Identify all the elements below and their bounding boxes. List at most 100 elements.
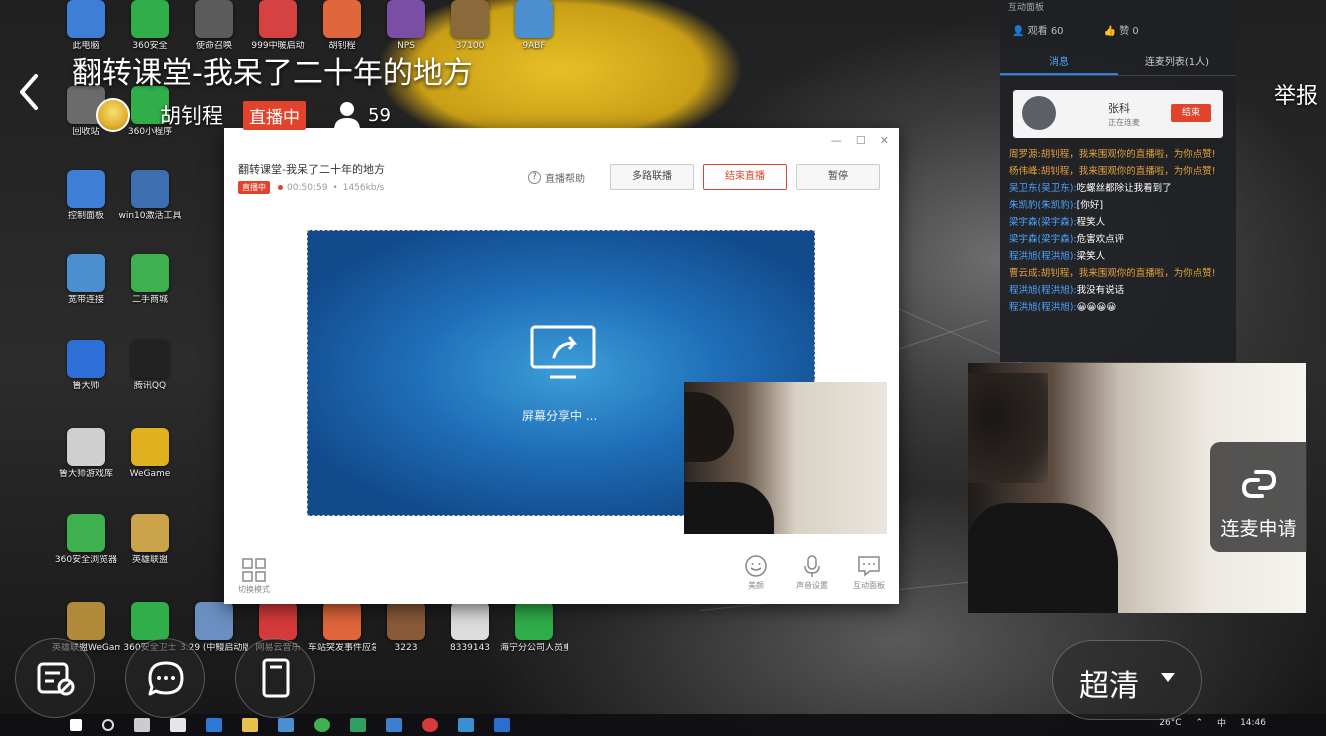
desktop-icon[interactable]: 360安全浏览器 — [52, 514, 120, 566]
desktop-icon-label: 360安全浏览器 — [54, 555, 118, 565]
desktop-icon[interactable]: 鲁大师游戏库 — [52, 428, 120, 480]
live-client-icon[interactable] — [458, 718, 474, 732]
desktop-icon[interactable]: 8339143 — [436, 602, 504, 654]
media-icon[interactable] — [350, 718, 366, 732]
chat-user[interactable]: 梁宇森(梁宇森): — [1009, 234, 1077, 245]
desktop-icon[interactable]: 9ABF — [500, 0, 568, 52]
beauty-button[interactable]: 美颜 — [734, 554, 778, 591]
end-mic-button[interactable]: 结束 — [1171, 104, 1211, 122]
ime-indicator[interactable]: 中 — [1217, 716, 1226, 729]
desktop-icon[interactable]: 车站突发事件应急处置 — [308, 602, 376, 654]
app-icon — [323, 602, 361, 640]
desktop-icon[interactable]: 二手商城 — [116, 254, 184, 306]
desktop-icon[interactable]: 胡钊程 — [308, 0, 376, 52]
camera-person-body — [684, 482, 774, 534]
explorer-icon[interactable] — [242, 718, 258, 732]
help-label: 直播帮助 — [545, 174, 585, 185]
panel-tabs: 消息 连麦列表(1人) — [1000, 50, 1236, 76]
quality-label: 超清 — [1079, 669, 1139, 704]
desktop-icon-label: win10激活工具 — [118, 211, 182, 221]
tab-mic-list[interactable]: 连麦列表(1人) — [1118, 50, 1236, 75]
chat-message: 吴卫东(吴卫东):吃螺丝都除让我看到了 — [1009, 180, 1227, 197]
chat-bubble-icon — [858, 556, 880, 577]
chat-user[interactable]: 曹云成: — [1009, 268, 1041, 279]
desktop-icon[interactable]: win10激活工具 — [116, 170, 184, 222]
app-icon — [131, 254, 169, 292]
interaction-panel-button[interactable]: 互动面板 — [847, 554, 891, 591]
viewer-icon — [334, 102, 360, 130]
stream-title: 翻转课堂-我呆了二十年的地方 — [72, 56, 473, 91]
card-button[interactable] — [235, 638, 315, 718]
chat-user[interactable]: 程洪旭(程洪旭): — [1009, 285, 1077, 296]
search-icon[interactable] — [102, 719, 114, 731]
chat-user[interactable]: 程洪旭(程洪旭): — [1009, 251, 1077, 262]
comment-button[interactable] — [125, 638, 205, 718]
desktop-icon[interactable]: 宽带连接 — [52, 254, 120, 306]
audio-settings-button[interactable]: 声音设置 — [790, 554, 834, 591]
edge-icon[interactable] — [206, 718, 222, 732]
report-button[interactable]: 举报 — [1274, 78, 1318, 110]
task-view-icon[interactable] — [134, 718, 150, 732]
audio-settings-label: 声音设置 — [796, 581, 828, 590]
desktop-icon[interactable]: 控制面板 — [52, 170, 120, 222]
start-icon[interactable] — [70, 719, 82, 731]
desktop-icon-label: 8339143 — [449, 643, 491, 653]
live-app-icon[interactable] — [386, 718, 402, 732]
multi-mic-button[interactable]: 多路联播 — [610, 164, 694, 190]
network-icon[interactable]: ⌃ — [1196, 718, 1204, 728]
chat-user[interactable]: 梁宇森(梁宇森): — [1009, 217, 1077, 228]
panel-likes: 👍 赞 0 — [1103, 26, 1139, 37]
desktop-icon-label: 海宁分公司人员重点区... — [500, 643, 568, 653]
host-info: 胡钊程 直播中 59 — [96, 98, 391, 132]
desktop-icon[interactable]: 3223 — [372, 602, 440, 654]
desktop-icon[interactable]: 使命召唤 — [180, 0, 248, 52]
app-icon[interactable] — [170, 718, 186, 732]
screen-share-icon — [530, 325, 596, 379]
chat-user[interactable]: 吴卫东(吴卫东): — [1009, 183, 1077, 194]
desktop-icon-label: 车站突发事件应急处置 — [308, 643, 376, 653]
desktop-icon[interactable]: 鲁大师 — [52, 340, 120, 392]
tab-messages[interactable]: 消息 — [1000, 50, 1118, 75]
minimize-icon[interactable]: — — [831, 134, 842, 147]
pause-button[interactable]: 暂停 — [796, 164, 880, 190]
desktop-icon[interactable]: 37100 — [436, 0, 504, 52]
chat-user[interactable]: 杨伟峰: — [1009, 166, 1041, 177]
desktop-icon[interactable]: 999中暖启动 — [244, 0, 312, 52]
end-live-button[interactable]: 结束直播 — [703, 164, 787, 190]
maximize-icon[interactable]: ☐ — [856, 134, 866, 147]
desktop-icon[interactable]: NPS — [372, 0, 440, 52]
desktop-icon[interactable]: 海宁分公司人员重点区... — [500, 602, 568, 654]
danmaku-toggle-button[interactable] — [15, 638, 95, 718]
layout-mode-button[interactable]: 切换模式 — [236, 558, 272, 595]
desktop-icon-label: 999中暖启动 — [251, 41, 305, 51]
interaction-panel: 互动面板 👤 观看 60 👍 赞 0 消息 连麦列表(1人) 张科 正在连麦 结… — [1000, 0, 1236, 362]
mic-user-name: 张科 — [1108, 102, 1130, 115]
help-link[interactable]: ? 直播帮助 — [528, 170, 585, 185]
desktop-icon[interactable]: 腾讯QQ — [116, 340, 184, 392]
user-icon: 👤 — [1012, 26, 1025, 37]
desktop-icon[interactable]: 此电脑 — [52, 0, 120, 52]
quality-selector[interactable]: 超清 — [1052, 640, 1202, 720]
status-badge: 直播中 — [243, 100, 306, 130]
connect-mic-request-button[interactable]: 连麦申请 — [1210, 442, 1307, 552]
store-icon[interactable] — [278, 718, 294, 732]
app-icon — [67, 428, 105, 466]
help-icon: ? — [528, 171, 541, 184]
chat-user[interactable]: 朱凯豹(朱凯豹): — [1009, 200, 1077, 211]
word-icon[interactable] — [494, 718, 510, 732]
back-arrow-icon[interactable] — [14, 70, 44, 114]
desktop-icon[interactable]: WeGame — [116, 428, 184, 480]
app-icon — [131, 602, 169, 640]
desktop-icon[interactable]: 英雄联盟 — [116, 514, 184, 566]
chat-user[interactable]: 周罗源: — [1009, 149, 1041, 160]
connect-mic-label: 连麦申请 — [1220, 518, 1297, 540]
browser-360-icon[interactable] — [314, 718, 330, 732]
netease-music-icon[interactable] — [422, 718, 438, 732]
close-icon[interactable]: ✕ — [880, 134, 889, 147]
chat-user[interactable]: 程洪旭(程洪旭): — [1009, 302, 1077, 313]
link-icon — [1241, 470, 1277, 498]
desktop-icon[interactable]: 360安全 — [116, 0, 184, 52]
app-icon — [195, 602, 233, 640]
avatar[interactable] — [96, 98, 130, 132]
chat-text: [你好] — [1076, 200, 1104, 211]
